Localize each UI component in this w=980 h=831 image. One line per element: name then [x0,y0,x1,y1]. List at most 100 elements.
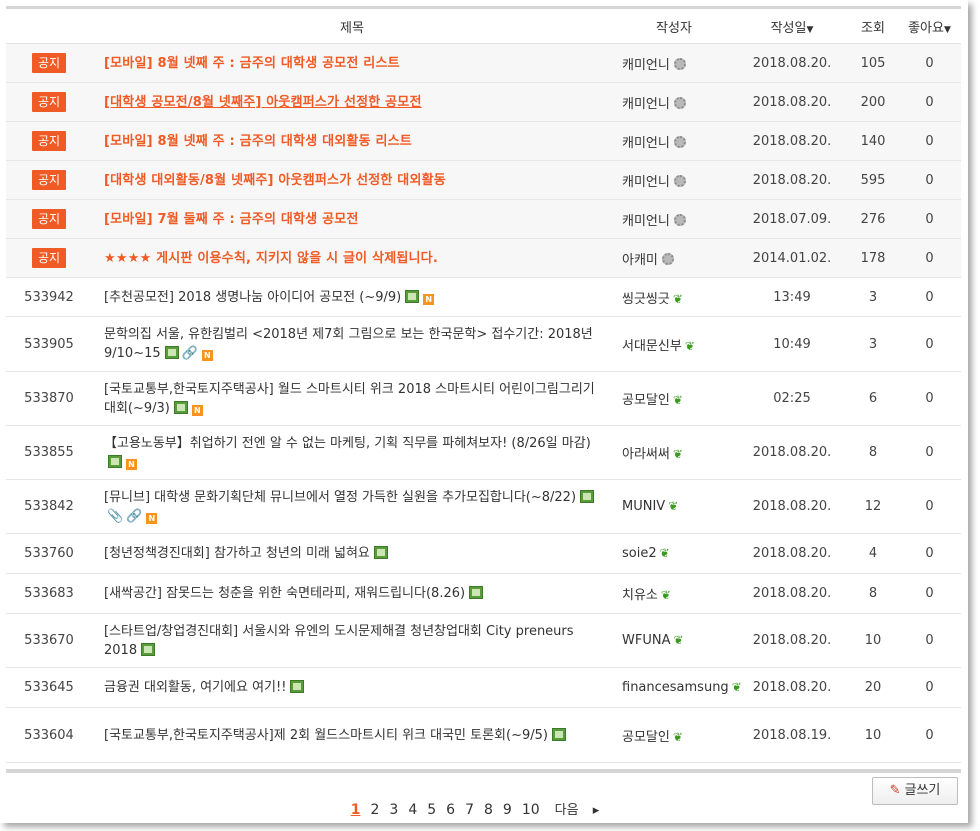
page-link-1[interactable]: 1 [351,802,361,818]
staff-gear-icon [673,135,686,148]
post-number: 533870 [6,371,92,426]
post-subject-cell: 문학의집 서울, 유한킴벌리 <2018년 제7회 그림으로 보는 한국문학> … [92,316,612,372]
post-views: 3 [848,316,898,372]
author-cell: 치유소 ❦ [612,573,736,614]
author-name[interactable]: 치유소 [622,588,658,603]
author-name[interactable]: 씽긋씽긋 [622,292,670,307]
post-number: 533842 [6,479,92,534]
staff-gear-icon [673,57,686,70]
author-name[interactable]: 공모달인 [622,393,670,408]
post-number: 533855 [6,425,92,480]
page-link-9[interactable]: 9 [503,802,512,818]
new-post-icon: N [146,512,158,524]
image-attachment-icon [469,586,484,599]
notice-title-link[interactable]: [모바일] 8월 넷째 주 : 금주의 대학생 대외활동 리스트 [104,134,412,149]
post-number: 533760 [6,533,92,574]
image-attachment-icon [141,642,156,656]
member-sprout-icon: ❦ [659,546,670,560]
author-name[interactable]: MUNIV [622,499,665,514]
author-name[interactable]: soie2 [622,546,657,561]
notice-title-link[interactable]: [모바일] 8월 넷째 주 : 금주의 대학생 공모전 리스트 [104,56,400,71]
post-views: 6 [848,371,898,426]
author-cell: 아라써써 ❦ [612,425,736,480]
post-title-link[interactable]: [스타트업/창업경진대회] 서울시와 유엔의 도시문제해결 청년창업대회 Cit… [104,624,574,658]
notice-badge: 공지 [31,92,67,112]
file-attachment-icon: 📎 [107,508,124,524]
author-name[interactable]: 캐미언니 [622,97,670,112]
post-likes: 0 [898,238,961,278]
post-likes: 0 [898,707,961,763]
post-row: 533645 금융권 대외활동, 여기에요 여기!! financesamsung ❦… [6,667,961,708]
post-title-link[interactable]: [청년정책경진대회] 참가하고 청년의 미래 넓혀요 [104,546,370,561]
link-icon: 🔗 [126,508,143,524]
post-title-link[interactable]: 금융권 대외활동, 여기에요 여기!! [104,680,286,695]
post-title-link[interactable]: [새싹공간] 잠못드는 청춘을 위한 숙면테라피, 재워드립니다(8.26) [104,586,465,601]
author-cell: 캐미언니 [612,121,736,161]
author-name[interactable]: 캐미언니 [622,175,670,190]
post-subject-cell: [국토교통부,한국토지주택공사]제 2회 월드스마트시티 위크 대국민 토론회(… [92,707,612,763]
image-attachment-icon [108,454,122,468]
post-title-link[interactable]: [뮤니브] 대학생 문화기획단체 뮤니브에서 열정 가득한 실원을 추가모집합니… [104,490,576,505]
next-page-link[interactable]: 다음 ▸ [550,803,605,818]
post-subject-cell: 금융권 대외활동, 여기에요 여기!! [92,667,612,708]
post-title-link[interactable]: [국토교통부,한국토지주택공사]제 2회 월드스마트시티 위크 대국민 토론회(… [104,728,548,743]
post-date: 2018.08.20. [736,82,848,122]
notice-title-link[interactable]: [대학생 공모전/8월 넷째주] 아웃캠퍼스가 선정한 공모전 [104,95,422,110]
page-link-10[interactable]: 10 [522,802,540,818]
post-subject-cell: [국토교통부,한국토지주택공사] 월드 스마트시티 위크 2018 스마트시티 … [92,371,612,426]
post-list: 533942 [추천공모전] 2018 생명나눔 아이디어 공모전 (~9/9) N… [6,277,961,763]
author-name[interactable]: 공모달인 [622,730,670,745]
post-views: 3 [848,277,898,317]
post-date: 2018.08.20. [736,613,848,668]
member-sprout-icon: ❦ [660,588,671,602]
page-link-8[interactable]: 8 [484,802,493,818]
header-num [6,9,92,44]
image-attachment-icon [164,346,179,359]
notice-badge-cell: 공지 [6,121,92,161]
page-link-2[interactable]: 2 [370,802,379,818]
board: 제목 작성자 작성일▼ 조회 좋아요▼ 공지 [모바일] 8월 넷째 주 : 금주… [6,6,961,823]
post-title-link[interactable]: [추천공모전] 2018 생명나눔 아이디어 공모전 (~9/9) [104,290,401,305]
notice-title-link[interactable]: ★★★★ 게시판 이용수칙, 지키지 않을 시 글이 삭제됩니다. [104,251,438,266]
notice-badge: 공지 [31,248,67,268]
page-link-5[interactable]: 5 [427,802,436,818]
post-row: 533670 [스타트업/창업경진대회] 서울시와 유엔의 도시문제해결 청년창업… [6,613,961,668]
page-link-4[interactable]: 4 [408,802,417,818]
author-name[interactable]: 캐미언니 [622,58,670,73]
author-name[interactable]: 캐미언니 [622,214,670,229]
author-name[interactable]: WFUNA [622,633,670,648]
image-attachment-icon [580,489,595,503]
new-post-icon: N [423,293,435,305]
image-attachment-icon [551,727,566,741]
post-likes: 0 [898,199,961,239]
link-icon: 🔗 [181,346,198,361]
post-date: 2018.08.20. [736,425,848,480]
staff-gear-icon [673,96,686,109]
new-post-icon: N [191,404,203,416]
page-link-3[interactable]: 3 [389,802,398,818]
author-cell: 씽긋씽긋 ❦ [612,277,736,317]
notice-row: 공지 [대학생 대외활동/8월 넷째주] 아웃캠퍼스가 선정한 대외활동 캐미언니 2… [6,160,961,200]
new-post-icon: N [126,458,137,470]
post-views: 8 [848,425,898,480]
notice-title-link[interactable]: [모바일] 7월 둘째 주 : 금주의 대학생 공모전 [104,212,359,227]
header-date[interactable]: 작성일▼ [736,9,848,44]
page-link-7[interactable]: 7 [465,802,474,818]
page-link-6[interactable]: 6 [446,802,455,818]
post-likes: 0 [898,82,961,122]
header-author: 작성자 [612,9,736,44]
author-name[interactable]: 캐미언니 [622,136,670,151]
header-likes[interactable]: 좋아요▼ [898,9,961,44]
author-name[interactable]: 아캐미 [622,253,658,268]
post-title-link[interactable]: 【고용노동부】취업하기 전엔 알 수 없는 마케팅, 기획 직무를 파헤쳐보자!… [104,436,591,451]
author-name[interactable]: 서대문신부 [622,339,682,354]
author-name[interactable]: financesamsung [622,680,729,695]
author-name[interactable]: 아라써써 [622,447,670,462]
post-views: 140 [848,121,898,161]
post-table: 제목 작성자 작성일▼ 조회 좋아요▼ 공지 [모바일] 8월 넷째 주 : 금주… [6,9,961,763]
post-views: 10 [848,613,898,668]
notice-list: 공지 [모바일] 8월 넷째 주 : 금주의 대학생 공모전 리스트 캐미언니 201… [6,43,961,278]
post-date: 2018.08.20. [736,121,848,161]
notice-title-link[interactable]: [대학생 대외활동/8월 넷째주] 아웃캠퍼스가 선정한 대외활동 [104,173,446,188]
post-date: 2018.08.20. [736,573,848,614]
